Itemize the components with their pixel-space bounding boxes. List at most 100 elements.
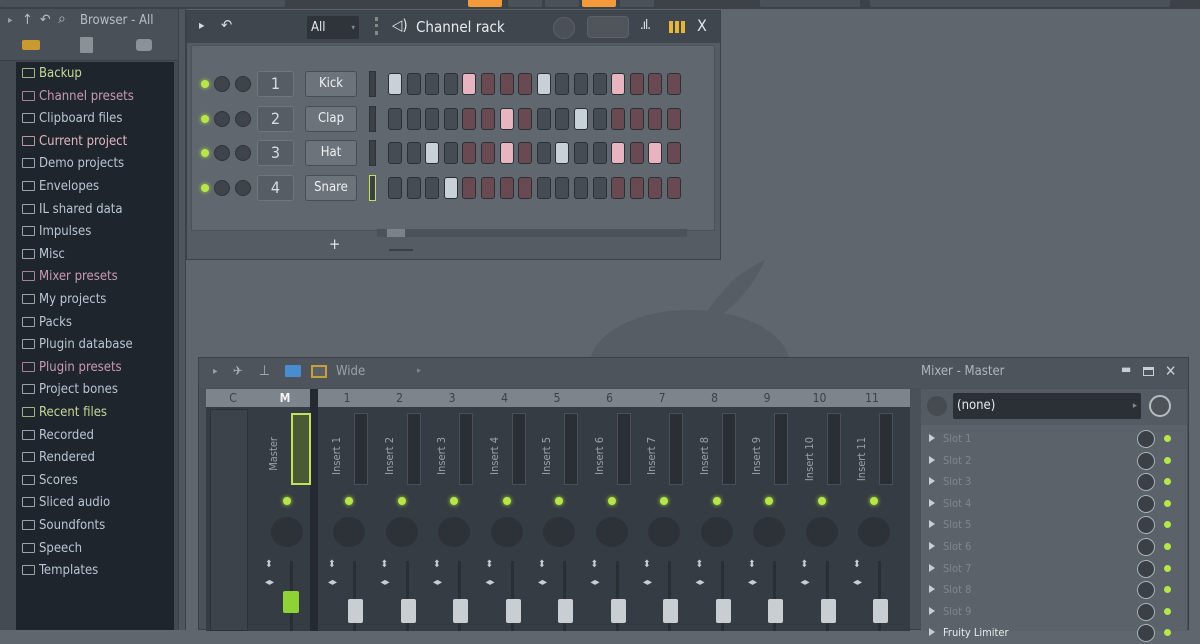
insert-strip[interactable]: Insert 5 ⬍ ◂▸: [534, 409, 584, 631]
step-button[interactable]: [648, 73, 663, 95]
channel-mute-led[interactable]: [201, 184, 209, 193]
expand-arrow-icon[interactable]: [929, 606, 935, 615]
effect-slot[interactable]: Slot 7: [929, 558, 1179, 580]
pan-knob[interactable]: [648, 517, 680, 547]
pan-knob[interactable]: [333, 517, 365, 547]
step-button[interactable]: [611, 73, 626, 95]
step-button[interactable]: [499, 107, 514, 130]
step-button[interactable]: [667, 73, 681, 95]
track-number-M[interactable]: M: [270, 389, 300, 407]
slot-enable-led[interactable]: [1164, 607, 1171, 615]
slot-mix-knob[interactable]: [1137, 451, 1155, 470]
volume-fader[interactable]: [505, 599, 521, 623]
swap-channels-icon[interactable]: ◂▸: [433, 577, 447, 589]
options-arrow-icon[interactable]: ▸: [199, 18, 204, 32]
channel-name-button[interactable]: Clap: [305, 105, 357, 132]
step-button[interactable]: [667, 177, 681, 200]
insert-strip[interactable]: Insert 6 ⬍ ◂▸: [587, 409, 637, 631]
layout-icon[interactable]: [311, 365, 327, 378]
up-arrow-icon[interactable]: ↑: [22, 12, 33, 28]
track-number-10[interactable]: 10: [805, 389, 835, 407]
browser-item[interactable]: Recent files: [22, 402, 107, 424]
volume-fader[interactable]: [348, 599, 363, 623]
close-button[interactable]: X: [697, 16, 707, 35]
swap-channels-icon[interactable]: ◂▸: [538, 577, 552, 589]
channel-volume-knob[interactable]: [235, 145, 251, 162]
step-button[interactable]: [481, 107, 495, 130]
channel-select-meter[interactable]: [369, 140, 376, 167]
toolbar-button[interactable]: [620, 0, 654, 7]
slot-mix-knob[interactable]: [1137, 430, 1155, 448]
swing-knob[interactable]: [553, 17, 575, 39]
step-button[interactable]: [555, 177, 570, 200]
browser-item[interactable]: Mixer presets: [22, 266, 118, 288]
channel-volume-knob[interactable]: [235, 110, 251, 127]
step-button[interactable]: [555, 107, 570, 130]
slot-enable-led[interactable]: [1164, 564, 1171, 572]
slot-mix-knob[interactable]: [1137, 581, 1155, 600]
step-button[interactable]: [425, 107, 440, 130]
track-enable-led[interactable]: [660, 497, 668, 505]
slot-mix-knob[interactable]: [1137, 559, 1155, 578]
scrollbar-thumb[interactable]: [387, 229, 405, 237]
step-button[interactable]: [499, 73, 514, 95]
stereo-separation-icon[interactable]: ⬍: [433, 559, 445, 571]
swap-channels-icon[interactable]: ◂▸: [328, 577, 342, 589]
effect-slot[interactable]: Fruity Limiter: [929, 622, 1179, 644]
step-button[interactable]: [518, 73, 533, 95]
step-button[interactable]: [443, 107, 458, 130]
step-button[interactable]: [388, 142, 402, 165]
channel-pan-knob[interactable]: [214, 76, 230, 92]
track-number-6[interactable]: 6: [595, 389, 625, 407]
stereo-separation-icon[interactable]: ⬍: [853, 559, 865, 571]
track-number-11[interactable]: 11: [857, 389, 887, 407]
expand-arrow-icon[interactable]: [929, 477, 935, 486]
expand-arrow-icon[interactable]: [929, 542, 935, 550]
browser-item[interactable]: Scores: [22, 470, 78, 492]
step-button[interactable]: [592, 107, 607, 130]
maximize-icon[interactable]: [1143, 367, 1154, 376]
slot-enable-led[interactable]: [1164, 586, 1171, 594]
effect-slot[interactable]: Slot 3: [929, 471, 1179, 493]
pan-knob[interactable]: [858, 517, 890, 547]
step-button[interactable]: [406, 177, 421, 200]
slot-enable-led[interactable]: [1164, 456, 1171, 464]
step-button[interactable]: [462, 142, 477, 165]
effect-slot[interactable]: Slot 1: [929, 428, 1179, 450]
track-number-8[interactable]: 8: [700, 389, 730, 407]
volume-fader[interactable]: [768, 599, 783, 623]
master-strip[interactable]: Master ⬍ ◂▸: [261, 409, 311, 631]
step-button[interactable]: [629, 73, 644, 95]
browser-item[interactable]: Templates: [22, 560, 98, 582]
toolbar-button[interactable]: [468, 0, 502, 7]
channel-pan-knob[interactable]: [214, 110, 230, 127]
slot-enable-led[interactable]: [1164, 435, 1171, 442]
plug-icon[interactable]: [136, 39, 152, 51]
browser-item[interactable]: Envelopes: [22, 176, 99, 198]
volume-fader[interactable]: [453, 599, 468, 623]
channel-select-meter[interactable]: [369, 71, 376, 97]
track-number-9[interactable]: 9: [752, 389, 782, 407]
toolbar-button[interactable]: [582, 0, 616, 7]
drag-handle[interactable]: [375, 17, 378, 35]
expand-arrow-icon[interactable]: [929, 498, 935, 507]
stereo-separation-icon[interactable]: ⬍: [643, 559, 655, 571]
insert-strip[interactable]: Insert 2 ⬍ ◂▸: [377, 409, 427, 631]
step-button[interactable]: [481, 142, 495, 165]
track-enable-led[interactable]: [397, 497, 406, 505]
step-button[interactable]: [518, 177, 533, 200]
effect-slot[interactable]: Slot 2: [929, 450, 1179, 472]
step-button[interactable]: [462, 177, 477, 200]
step-button[interactable]: [611, 177, 626, 200]
swap-channels-icon[interactable]: ◂▸: [591, 577, 605, 589]
step-button[interactable]: [555, 142, 570, 165]
step-button[interactable]: [574, 107, 588, 130]
resize-handle[interactable]: [389, 249, 413, 251]
track-enable-led[interactable]: [870, 497, 878, 505]
bird-icon[interactable]: ✈: [233, 364, 243, 379]
channel-volume-knob[interactable]: [235, 180, 251, 197]
step-button[interactable]: [425, 73, 440, 95]
effect-slot[interactable]: Slot 5: [929, 514, 1179, 536]
step-button[interactable]: [574, 177, 588, 200]
step-button[interactable]: [443, 73, 458, 95]
